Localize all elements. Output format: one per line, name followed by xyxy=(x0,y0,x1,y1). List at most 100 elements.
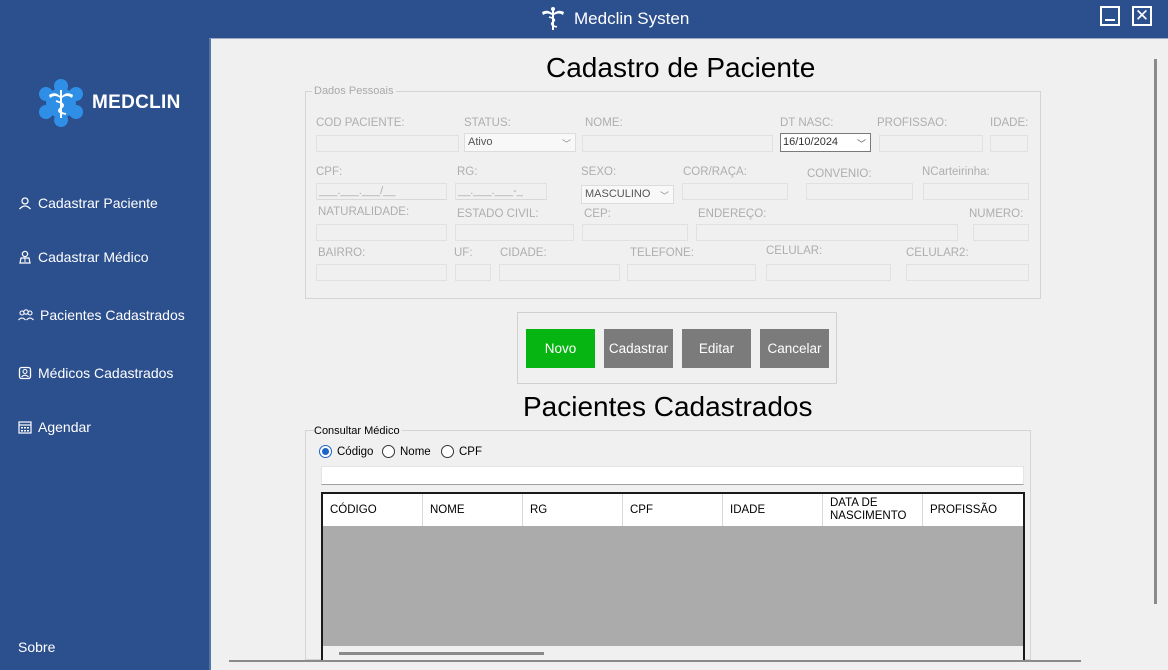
sexo-value: MASCULINO xyxy=(585,188,651,200)
sidebar-item-sobre[interactable]: Sobre xyxy=(18,639,55,655)
consultar-legend: Consultar Médico xyxy=(314,425,402,437)
cod-paciente-field[interactable] xyxy=(316,135,459,152)
estado-civil-field[interactable] xyxy=(455,224,574,241)
endereco-label: ENDEREÇO: xyxy=(698,208,767,220)
idade-label: IDADE: xyxy=(990,117,1029,129)
sidebar: MEDCLIN Cadastrar Paciente Cadastrar Méd… xyxy=(0,38,209,670)
convenio-field[interactable] xyxy=(806,183,913,200)
chevron-down-icon: ﹀ xyxy=(659,191,669,201)
title-bar: Medclin Systen ✕ xyxy=(0,0,1168,38)
radio-label: Nome xyxy=(400,445,431,458)
patients-grid[interactable]: CÓDIGO NOME RG CPF IDADE DATA DE NASCIME… xyxy=(321,492,1025,662)
estado-civil-label: ESTADO CIVIL: xyxy=(457,208,539,220)
uf-field[interactable] xyxy=(455,264,491,281)
status-select[interactable]: Ativo ﹀ xyxy=(464,133,576,152)
column-header-codigo[interactable]: CÓDIGO xyxy=(323,494,423,526)
nome-label: NOME: xyxy=(585,117,623,129)
column-header-profissao[interactable]: PROFISSÃO xyxy=(923,494,1023,526)
radio-selected-icon xyxy=(319,445,332,458)
medclin-logo-icon xyxy=(39,79,83,127)
logo-text: MEDCLIN xyxy=(92,92,181,113)
cor-raca-label: COR/RAÇA: xyxy=(683,166,747,178)
radio-codigo[interactable]: Código xyxy=(319,445,373,458)
rg-label: RG: xyxy=(457,166,478,178)
grid-header: CÓDIGO NOME RG CPF IDADE DATA DE NASCIME… xyxy=(323,494,1023,526)
caduceus-icon xyxy=(542,7,564,30)
radio-label: CPF xyxy=(459,445,482,458)
novo-button[interactable]: Novo xyxy=(526,329,595,368)
chevron-down-icon: ﹀ xyxy=(561,139,571,149)
sidebar-item-medicos-cadastrados[interactable]: Médicos Cadastrados xyxy=(18,365,173,381)
window-title: Medclin Systen xyxy=(574,9,690,28)
cidade-field[interactable] xyxy=(499,264,620,281)
endereco-field[interactable] xyxy=(696,224,958,241)
cpf-label: CPF: xyxy=(316,166,343,178)
sidebar-item-cadastrar-paciente[interactable]: Cadastrar Paciente xyxy=(18,195,158,211)
sexo-select[interactable]: MASCULINO ﹀ xyxy=(581,185,674,204)
uf-label: UF: xyxy=(454,247,473,259)
column-header-idade[interactable]: IDADE xyxy=(723,494,823,526)
cadastrar-button[interactable]: Cadastrar xyxy=(604,329,673,368)
main-panel: Cadastro de Paciente Dados Pessoais COD … xyxy=(209,38,1168,670)
sidebar-item-label: Médicos Cadastrados xyxy=(38,365,174,381)
dt-nasc-picker[interactable]: 16/10/2024 ﹀ xyxy=(780,133,871,152)
sidebar-item-agendar[interactable]: Agendar xyxy=(18,419,91,435)
telefone-field[interactable] xyxy=(627,264,756,281)
vertical-scrollbar[interactable] xyxy=(1154,59,1157,604)
idade-field[interactable] xyxy=(990,135,1028,152)
cancelar-button[interactable]: Cancelar xyxy=(760,329,829,368)
sidebar-item-label: Pacientes Cadastrados xyxy=(40,307,185,323)
consultar-group: Consultar Médico Código Nome CPF CÓDIGO … xyxy=(305,425,1031,662)
dados-pessoais-group: Dados Pessoais COD PACIENTE: STATUS: Ati… xyxy=(305,85,1041,299)
naturalidade-field[interactable] xyxy=(316,224,447,241)
bairro-field[interactable] xyxy=(316,264,447,281)
dt-nasc-label: DT NASC: xyxy=(780,117,834,129)
status-value: Ativo xyxy=(468,136,493,148)
radio-cpf[interactable]: CPF xyxy=(441,445,482,458)
close-icon[interactable]: ✕ xyxy=(1132,6,1152,26)
nome-field[interactable] xyxy=(582,135,773,152)
column-header-cpf[interactable]: CPF xyxy=(623,494,723,526)
naturalidade-label: NATURALIDADE: xyxy=(318,206,410,218)
sidebar-item-pacientes-cadastrados[interactable]: Pacientes Cadastrados xyxy=(18,307,185,323)
people-icon xyxy=(18,309,34,321)
cor-raca-field[interactable] xyxy=(682,183,788,200)
profissao-label: PROFISSAO: xyxy=(877,117,948,129)
convenio-label: CONVENIO: xyxy=(807,168,872,180)
cod-paciente-label: COD PACIENTE: xyxy=(316,117,405,129)
editar-button[interactable]: Editar xyxy=(682,329,751,368)
cep-field[interactable] xyxy=(582,224,688,241)
numero-field[interactable] xyxy=(973,224,1029,241)
dt-nasc-value: 16/10/2024 xyxy=(783,136,839,148)
horizontal-scrollbar[interactable] xyxy=(229,660,1081,662)
ncarteirinha-field[interactable] xyxy=(923,183,1029,200)
bairro-label: BAIRRO: xyxy=(318,247,366,259)
telefone-label: TELEFONE: xyxy=(630,247,694,259)
cpf-field[interactable]: ___.___.___/__ xyxy=(316,183,447,200)
sexo-label: SEXO: xyxy=(581,166,617,178)
window-title-group: Medclin Systen xyxy=(540,6,689,32)
celular-field[interactable] xyxy=(766,264,891,281)
chevron-down-icon: ﹀ xyxy=(856,139,866,149)
celular-label: CELULAR: xyxy=(766,245,823,257)
profissao-field[interactable] xyxy=(879,135,983,152)
radio-label: Código xyxy=(337,445,374,458)
sidebar-item-cadastrar-medico[interactable]: Cadastrar Médico xyxy=(18,249,149,265)
celular2-field[interactable] xyxy=(906,264,1029,281)
celular2-label: CELULAR2: xyxy=(906,247,969,259)
search-input[interactable] xyxy=(321,466,1024,485)
page-title: Cadastro de Paciente xyxy=(546,52,816,83)
minimize-icon[interactable] xyxy=(1100,6,1120,26)
column-header-rg[interactable]: RG xyxy=(523,494,623,526)
radio-nome[interactable]: Nome xyxy=(382,445,431,458)
cidade-label: CIDADE: xyxy=(500,247,547,259)
cep-label: CEP: xyxy=(584,208,611,220)
column-header-nome[interactable]: NOME xyxy=(423,494,523,526)
group-legend: Dados Pessoais xyxy=(312,85,396,97)
numero-label: NUMERO: xyxy=(969,208,1024,220)
grid-horizontal-scrollbar[interactable] xyxy=(323,646,1023,660)
rg-field[interactable]: __.___.___-_ xyxy=(455,183,547,200)
sidebar-item-label: Agendar xyxy=(38,419,91,435)
grid-scroll-thumb[interactable] xyxy=(339,652,544,655)
column-header-data-nascimento[interactable]: DATA DE NASCIMENTO xyxy=(823,494,923,526)
